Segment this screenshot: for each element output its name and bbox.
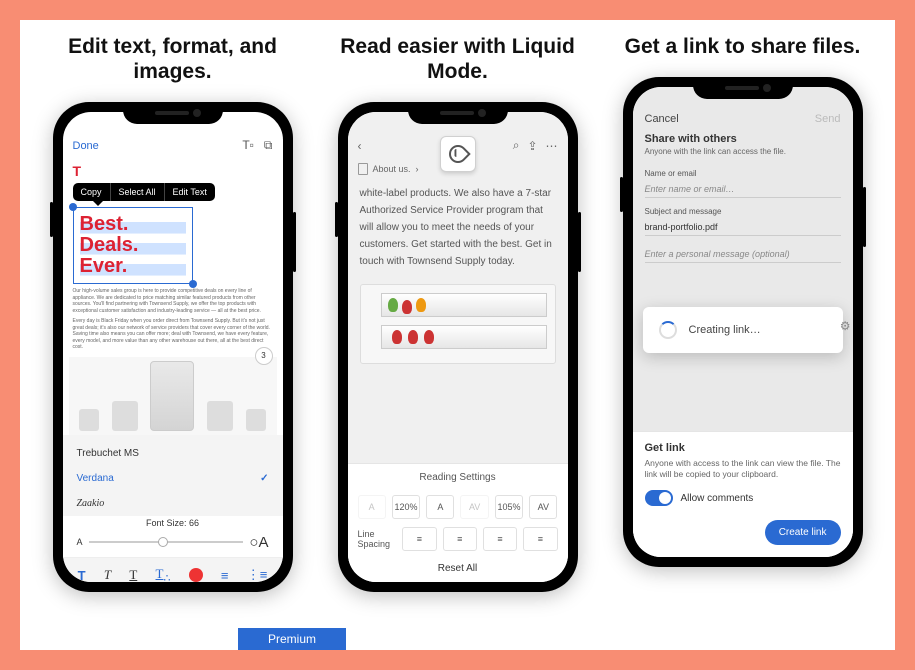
hero-line-3: Ever. (80, 256, 186, 277)
share-icon[interactable]: ⇪ (527, 139, 537, 153)
font-size-label: Font Size: 66 (63, 516, 283, 530)
get-link-sheet: Get link Anyone with access to the link … (633, 431, 853, 557)
document-body: white-label products. We also have a 7-s… (348, 179, 568, 276)
italic-button[interactable]: T (104, 567, 111, 582)
color-swatch[interactable] (189, 568, 203, 582)
send-button[interactable]: Send (815, 113, 841, 125)
spacing-looser[interactable]: AV (529, 495, 557, 519)
line-spacing-3[interactable]: ≡ (483, 527, 517, 551)
subject-label: Subject and message (645, 207, 722, 216)
body-copy: Our high-volume sales group is here to p… (73, 288, 273, 314)
spinner-icon (659, 321, 677, 339)
reset-all-button[interactable]: Reset All (348, 555, 568, 578)
spacing-pct: 105% (495, 495, 523, 519)
selection-box[interactable]: Best. Deals. Ever. (73, 207, 193, 284)
back-icon[interactable]: ‹ (358, 139, 362, 153)
font-script[interactable]: Zaakio (63, 491, 283, 516)
check-icon (260, 473, 268, 484)
line-spacing-row: Line Spacing ≡ ≡ ≡ ≡ (348, 523, 568, 555)
sheet-title: Reading Settings (348, 472, 568, 483)
text-size-row: A 120% A AV 105% AV (348, 491, 568, 523)
line-spacing-4[interactable]: ≡ (523, 527, 557, 551)
font-verdana[interactable]: Verdana (63, 466, 283, 491)
text-tool-icon[interactable]: T▫ (242, 138, 254, 153)
hero-line-1: Best. (80, 214, 186, 235)
slider-knob[interactable] (158, 537, 168, 547)
allow-comments-label: Allow comments (681, 493, 754, 504)
subject-input[interactable]: brand-portfolio.pdf (645, 217, 841, 236)
liquid-mode-icon (445, 142, 470, 167)
document-image (360, 284, 556, 364)
font-panel: Trebuchet MS Verdana Zaakio Font Size: 6… (63, 435, 283, 583)
text-smaller[interactable]: A (358, 495, 386, 519)
ctx-edit-text[interactable]: Edit Text (165, 183, 215, 201)
get-link-title: Get link (645, 442, 841, 454)
text-color-button[interactable]: T∴ (156, 566, 171, 583)
format-toolbar: T T T T∴ ≡ ⋮≡ (63, 557, 283, 583)
hero-line-2: Deals. (80, 235, 186, 256)
message-input[interactable]: Enter a personal message (optional) (645, 244, 841, 263)
ctx-copy[interactable]: Copy (73, 183, 111, 201)
reading-settings-sheet: Reading Settings A 120% A AV 105% AV Lin… (348, 463, 568, 582)
line-spacing-1[interactable]: ≡ (402, 527, 436, 551)
headline-share: Get a link to share files. (625, 34, 861, 59)
headline-edit: Edit text, format, and images. (30, 34, 315, 84)
premium-badge[interactable]: Premium (238, 628, 346, 650)
ctx-select-all[interactable]: Select All (111, 183, 165, 201)
more-icon[interactable]: ⋯ (546, 139, 558, 153)
slider-min-icon: A (77, 537, 83, 547)
search-icon[interactable]: ⌕ (513, 138, 520, 153)
text-cursor-icon: T (73, 163, 283, 179)
share-subtitle: Anyone with the link can access the file… (633, 145, 853, 164)
text-pct: 120% (392, 495, 420, 519)
headline-liquid: Read easier with Liquid Mode. (315, 34, 600, 84)
gear-icon[interactable]: ⚙ (840, 319, 851, 333)
cancel-button[interactable]: Cancel (645, 113, 679, 125)
font-trebuchet[interactable]: Trebuchet MS (63, 441, 283, 466)
underline-button[interactable]: T (129, 567, 137, 582)
phone-mockup-1: Done T▫ ⧉ T Copy Select All Edit Text Be… (53, 102, 293, 592)
get-link-desc: Anyone with access to the link can view … (645, 458, 841, 480)
spacing-tighter[interactable]: AV (460, 495, 488, 519)
bold-button[interactable]: T (78, 568, 86, 583)
create-link-button[interactable]: Create link (765, 520, 841, 545)
align-button[interactable]: ≡ (221, 568, 229, 583)
crop-icon[interactable]: ⧉ (264, 138, 273, 153)
product-image-row: 3 (69, 357, 277, 435)
slider-max-icon: ○A (249, 534, 268, 551)
context-menu[interactable]: Copy Select All Edit Text (73, 183, 215, 201)
text-larger[interactable]: A (426, 495, 454, 519)
phone-mockup-2: ‹ ⌕ ⇪ ⋯ About us. › white-label products… (338, 102, 578, 592)
document-icon (358, 163, 368, 175)
list-button[interactable]: ⋮≡ (247, 567, 268, 582)
chevron-right-icon: › (416, 164, 419, 174)
body-copy-2: Every day is Black Friday when you order… (73, 318, 273, 351)
share-title: Share with others (633, 133, 853, 145)
page-indicator[interactable]: 3 (255, 347, 273, 365)
allow-comments-toggle[interactable] (645, 490, 673, 506)
phone-mockup-3: Cancel Send Share with others Anyone wit… (623, 77, 863, 567)
done-button[interactable]: Done (73, 140, 99, 152)
line-spacing-2[interactable]: ≡ (443, 527, 477, 551)
liquid-mode-button[interactable] (440, 136, 476, 172)
creating-link-toast: Creating link… (643, 307, 843, 353)
name-label: Name or email (645, 169, 697, 178)
font-size-slider[interactable]: A ○A (63, 530, 283, 557)
name-input[interactable]: Enter name or email… (645, 179, 841, 198)
